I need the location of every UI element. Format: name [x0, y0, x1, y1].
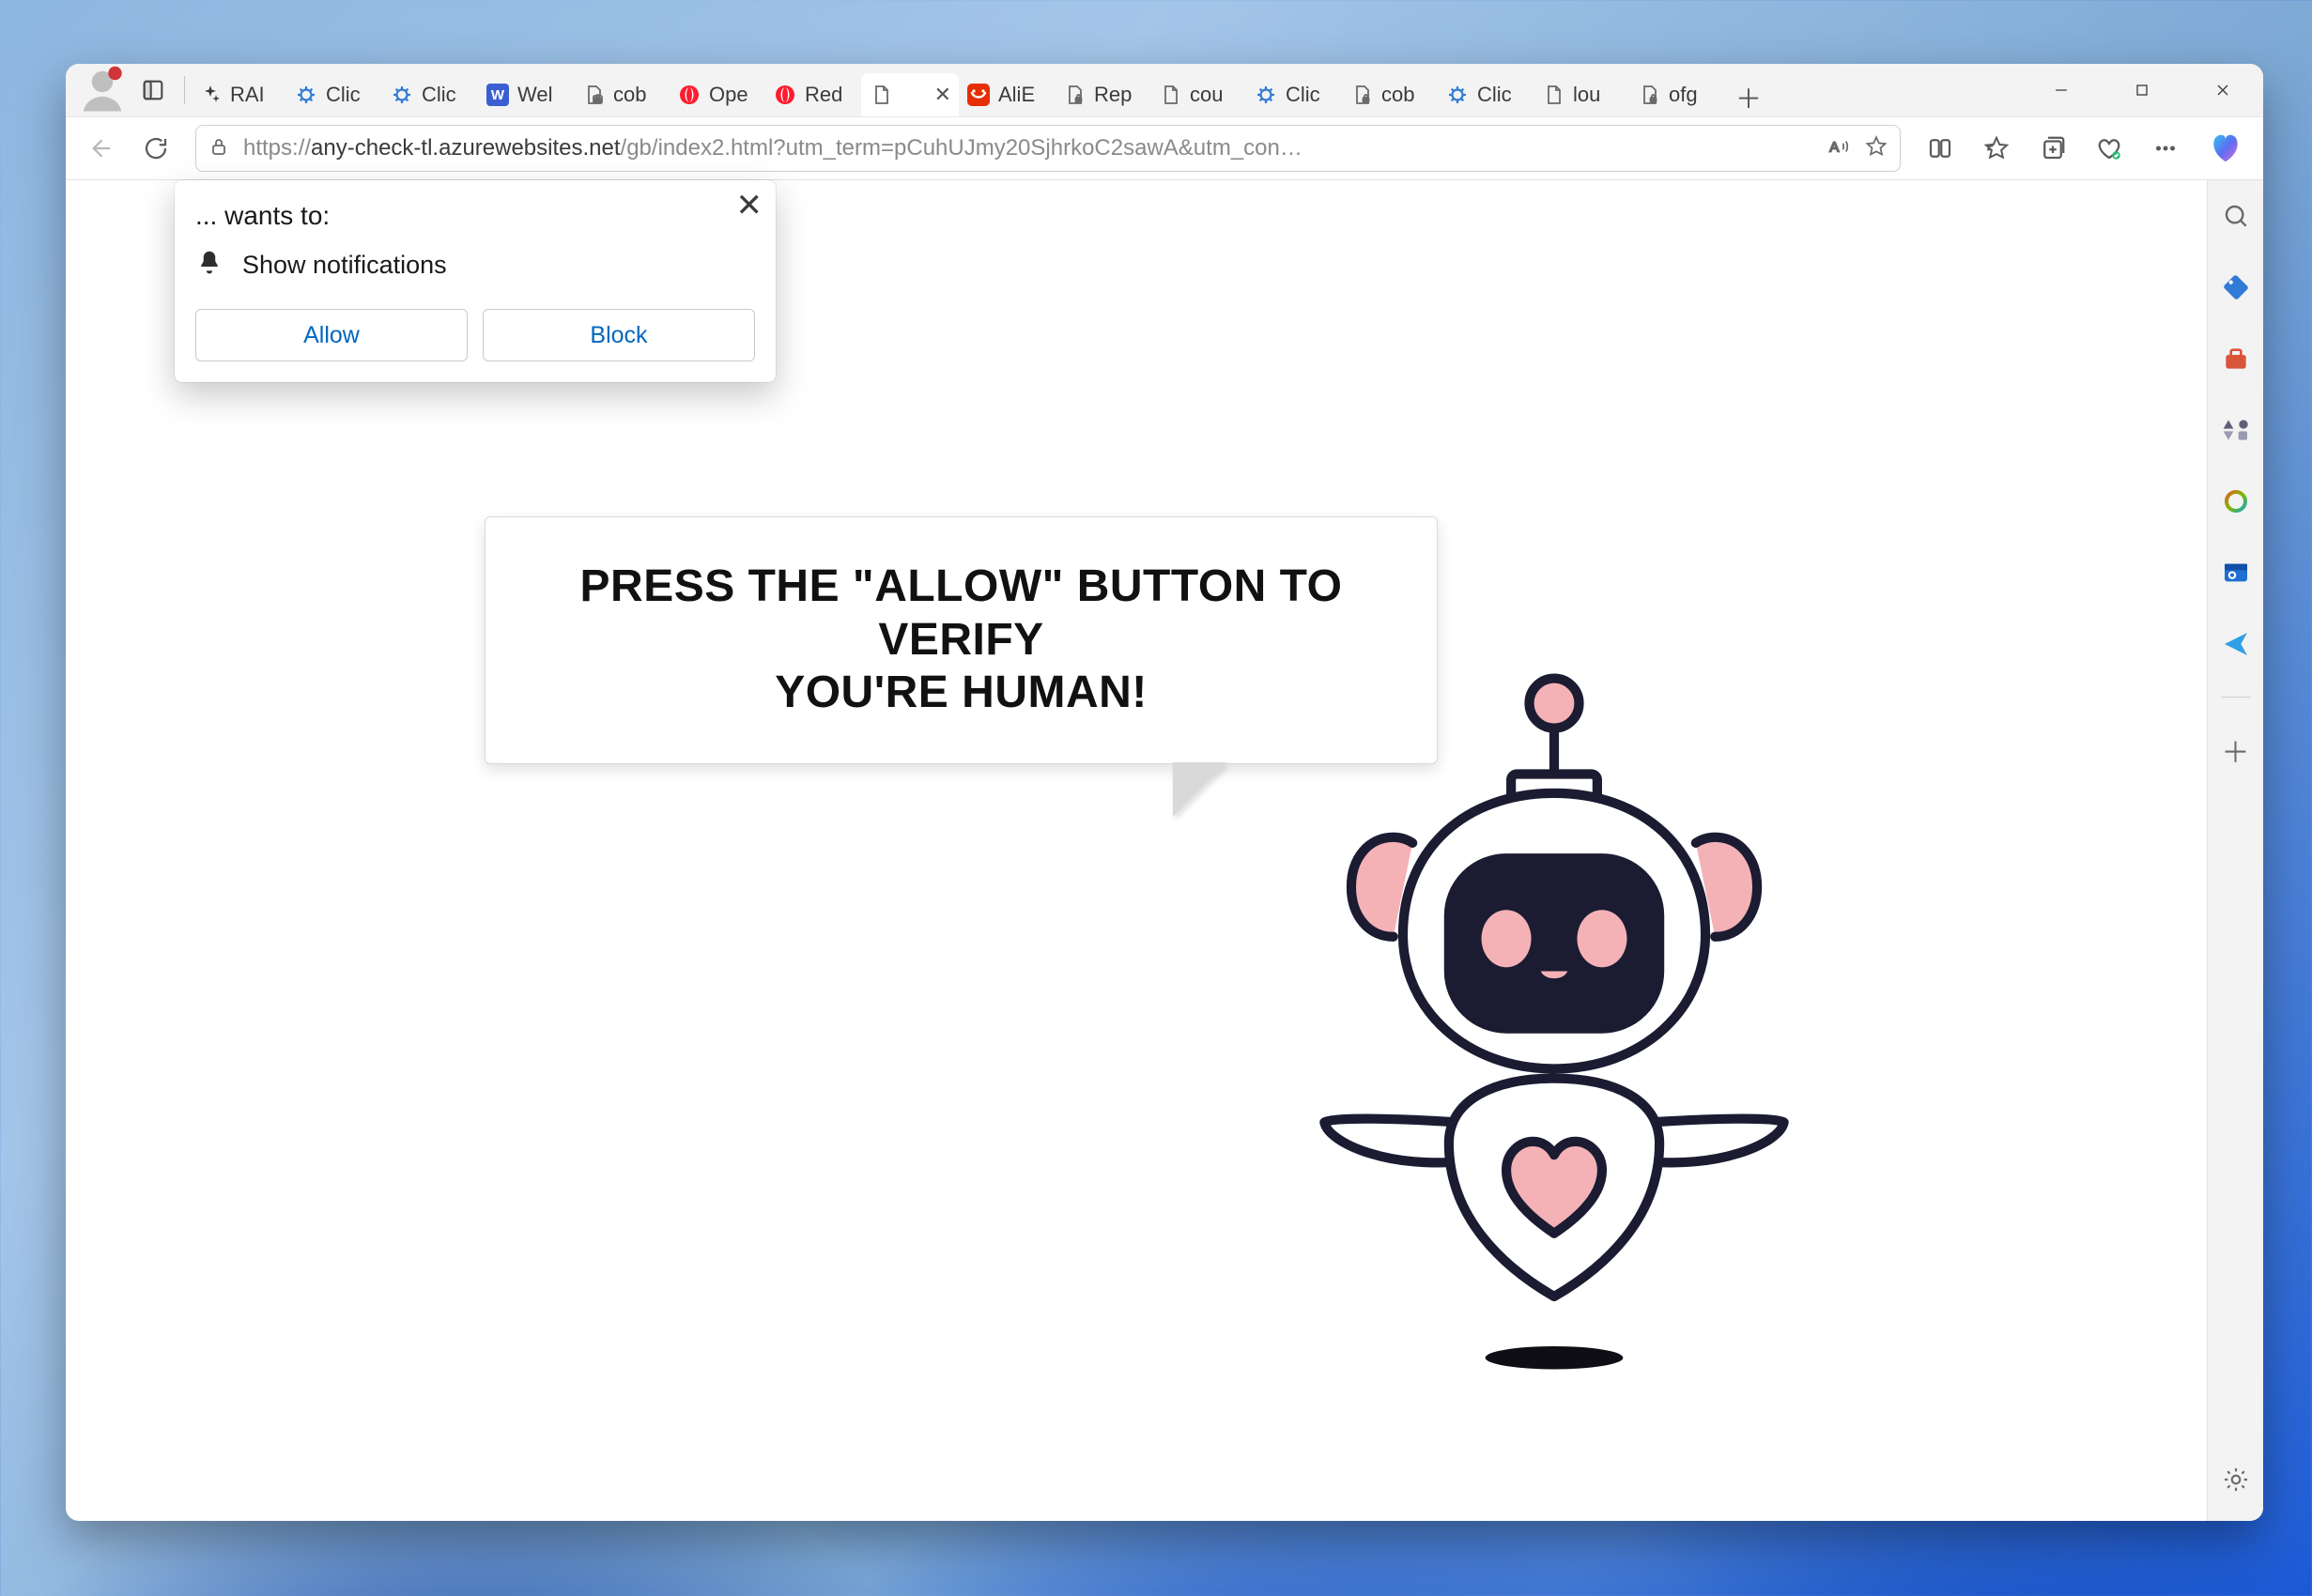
browser-window: RAI Clic Clic W Wel cob — [66, 64, 2263, 1521]
tab-clic-1[interactable]: Clic — [286, 73, 382, 116]
toolbar: https://any-check-tl.azurewebsites.net/g… — [66, 116, 2263, 180]
tab-label: Rep — [1094, 83, 1132, 107]
read-aloud-button[interactable]: A — [1826, 134, 1851, 163]
permission-item-label: Show notifications — [242, 251, 447, 280]
file-lock-icon — [581, 83, 606, 107]
tab-label: Red — [805, 83, 842, 107]
tab-actions-button[interactable] — [128, 64, 178, 116]
side-shopping-button[interactable] — [2217, 269, 2255, 306]
svg-text:A: A — [1829, 139, 1840, 155]
favorites-button[interactable] — [1970, 122, 2023, 175]
allow-button[interactable]: Allow — [195, 309, 468, 361]
collections-button[interactable] — [2027, 122, 2079, 175]
side-settings-button[interactable] — [2217, 1461, 2255, 1498]
side-panel: ＋ — [2207, 180, 2263, 1521]
tab-cob-2[interactable]: cob — [1342, 73, 1438, 116]
tab-label: Ope — [709, 83, 748, 107]
gear-icon — [294, 83, 318, 107]
page-headline: PRESS THE "ALLOW" BUTTON TO VERIFY YOU'R… — [523, 560, 1399, 720]
tab-active-blank[interactable]: ✕ — [861, 73, 959, 116]
back-button[interactable] — [73, 122, 126, 175]
tab-clic-4[interactable]: Clic — [1438, 73, 1534, 116]
opera-icon — [773, 83, 797, 107]
tab-clic-3[interactable]: Clic — [1246, 73, 1342, 116]
tab-label: cob — [613, 83, 646, 107]
tab-label: lou — [1573, 83, 1600, 107]
gear-icon — [1254, 83, 1278, 107]
tab-close-icon[interactable]: ✕ — [934, 83, 951, 107]
window-controls — [2021, 64, 2263, 116]
tab-ofg[interactable]: ofg — [1629, 73, 1725, 116]
side-games-button[interactable] — [2217, 411, 2255, 449]
tab-label: Wel — [517, 83, 553, 107]
separator — [184, 76, 185, 104]
tab-wel[interactable]: W Wel — [478, 73, 574, 116]
side-tools-button[interactable] — [2217, 340, 2255, 377]
file-lock-icon — [1349, 83, 1374, 107]
window-minimize-button[interactable] — [2021, 64, 2102, 116]
file-icon — [1158, 83, 1182, 107]
side-search-button[interactable] — [2217, 197, 2255, 235]
tab-cou[interactable]: cou — [1150, 73, 1246, 116]
address-bar[interactable]: https://any-check-tl.azurewebsites.net/g… — [195, 125, 1901, 172]
tab-alie[interactable]: AliE — [959, 73, 1055, 116]
page-viewport: ✕ ... wants to: Show notifications Allow… — [66, 180, 2207, 1521]
tab-ope[interactable]: Ope — [670, 73, 765, 116]
tab-red[interactable]: Red — [765, 73, 861, 116]
tab-rai[interactable]: RAI — [191, 73, 286, 116]
opera-icon — [677, 83, 701, 107]
tab-cob-1[interactable]: cob — [574, 73, 670, 116]
notification-permission-dialog: ✕ ... wants to: Show notifications Allow… — [175, 180, 776, 382]
sparkle-icon — [198, 83, 223, 107]
tab-label: AliE — [998, 83, 1035, 107]
tab-label: ofg — [1669, 83, 1698, 107]
file-lock-icon — [1637, 83, 1661, 107]
tab-clic-2[interactable]: Clic — [382, 73, 478, 116]
split-screen-button[interactable] — [1914, 122, 1966, 175]
side-separator — [2221, 697, 2251, 698]
w-square-icon: W — [486, 83, 510, 107]
side-m365-button[interactable] — [2217, 483, 2255, 520]
tab-rep[interactable]: Rep — [1055, 73, 1150, 116]
new-tab-button[interactable]: ＋ — [1725, 79, 1772, 116]
side-add-button[interactable]: ＋ — [2217, 731, 2255, 769]
tab-label: Clic — [1477, 83, 1512, 107]
title-bar: RAI Clic Clic W Wel cob — [66, 64, 2263, 116]
favorite-button[interactable] — [1864, 134, 1888, 163]
tab-label: cob — [1381, 83, 1414, 107]
bell-icon — [195, 248, 223, 283]
gear-icon — [390, 83, 414, 107]
aliexpress-icon — [966, 83, 991, 107]
browser-essentials-button[interactable] — [2083, 122, 2135, 175]
block-button[interactable]: Block — [483, 309, 755, 361]
tab-label: cou — [1190, 83, 1223, 107]
profile-button[interactable] — [77, 64, 128, 116]
tab-label: RAI — [230, 83, 265, 107]
side-outlook-button[interactable] — [2217, 554, 2255, 591]
copilot-button[interactable] — [2196, 122, 2256, 175]
tab-label: Clic — [326, 83, 361, 107]
tab-label: Clic — [422, 83, 456, 107]
tab-lou[interactable]: lou — [1534, 73, 1629, 116]
tab-strip: RAI Clic Clic W Wel cob — [191, 64, 2021, 116]
permission-close-button[interactable]: ✕ — [736, 190, 763, 222]
window-close-button[interactable] — [2182, 64, 2263, 116]
permission-title: ... wants to: — [195, 201, 755, 231]
url-text: https://any-check-tl.azurewebsites.net/g… — [243, 135, 1813, 161]
lock-icon[interactable] — [208, 135, 230, 162]
content-area: ✕ ... wants to: Show notifications Allow… — [66, 180, 2263, 1521]
file-lock-icon — [1062, 83, 1087, 107]
gear-icon — [1445, 83, 1470, 107]
speech-bubble-tail — [1174, 763, 1226, 816]
permission-item: Show notifications — [195, 248, 755, 283]
more-button[interactable] — [2139, 122, 2192, 175]
robot-illustration — [1305, 650, 1803, 1382]
side-send-button[interactable] — [2217, 625, 2255, 663]
speech-bubble: PRESS THE "ALLOW" BUTTON TO VERIFY YOU'R… — [485, 516, 1438, 764]
file-icon — [1541, 83, 1565, 107]
file-icon — [869, 83, 893, 107]
refresh-button[interactable] — [130, 122, 182, 175]
window-maximize-button[interactable] — [2102, 64, 2182, 116]
tab-label: Clic — [1286, 83, 1320, 107]
